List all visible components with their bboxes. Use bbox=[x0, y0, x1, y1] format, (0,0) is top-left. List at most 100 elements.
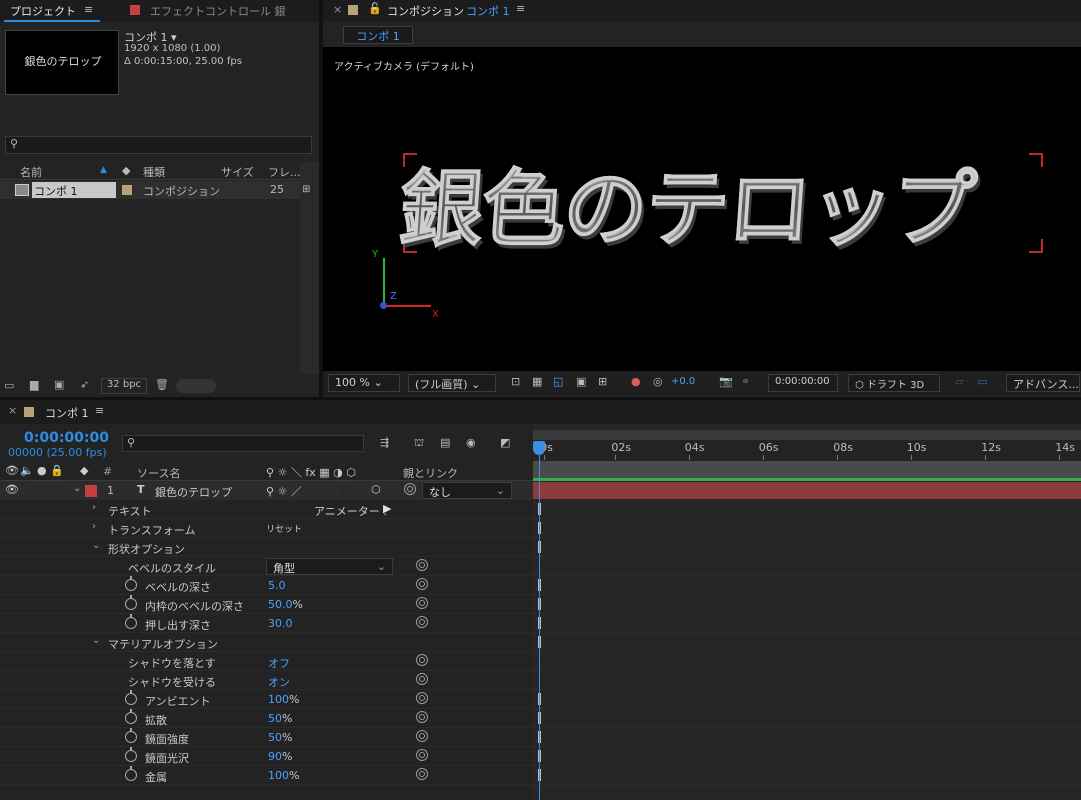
prop-bevel-style[interactable]: ベベルのスタイル 角型 ⌄ bbox=[0, 557, 533, 576]
extended-viewer-icon[interactable]: ▭ bbox=[977, 375, 987, 388]
3d-layer-icon[interactable]: ⬡ bbox=[371, 483, 381, 496]
work-area-bar[interactable] bbox=[533, 461, 1081, 478]
bevel-depth-value[interactable]: 5.0 bbox=[268, 579, 286, 592]
exposure-value[interactable]: +0.0 bbox=[671, 376, 695, 387]
pickwhip-icon[interactable] bbox=[416, 768, 428, 780]
pickwhip-icon[interactable] bbox=[416, 616, 428, 628]
sort-asc-icon[interactable]: ▲ bbox=[100, 165, 107, 175]
chevron-down-icon[interactable]: ⌄ bbox=[73, 483, 81, 494]
stopwatch-icon[interactable] bbox=[125, 747, 137, 762]
project-item-row[interactable]: コンポ 1 コンポジション 25 bbox=[0, 181, 319, 199]
comp-subtab[interactable]: コンポ 1 bbox=[343, 26, 413, 44]
prop-accept-shadows[interactable]: シャドウを受ける オン bbox=[0, 671, 533, 690]
trash-icon[interactable]: 🗑 bbox=[155, 378, 169, 391]
prop-cast-shadows[interactable]: シャドウを落とす オフ bbox=[0, 652, 533, 671]
magnification-dropdown[interactable]: 100 % ⌄ bbox=[328, 374, 400, 392]
prop-diffuse[interactable]: 拡散 50% bbox=[0, 709, 533, 728]
spec-intensity-value[interactable]: 50% bbox=[268, 731, 292, 744]
col-type[interactable]: 種類 bbox=[143, 164, 165, 180]
layer-name[interactable]: 銀色のテロップ bbox=[155, 484, 232, 500]
interpret-footage-icon[interactable]: ▭ bbox=[4, 379, 14, 392]
show-snapshot-icon[interactable]: ⚭ bbox=[741, 375, 750, 388]
pickwhip-icon[interactable] bbox=[416, 673, 428, 685]
project-item-name[interactable]: コンポ 1 bbox=[32, 182, 116, 198]
tab-effect-controls[interactable]: エフェクトコントロール 銀 bbox=[150, 3, 286, 19]
label-tag-icon[interactable]: ◆ bbox=[122, 164, 130, 177]
frame-blend-icon[interactable]: ▤ bbox=[440, 436, 450, 449]
current-time-indicator[interactable] bbox=[539, 441, 540, 800]
col-size[interactable]: サイズ bbox=[221, 164, 254, 180]
col-frame[interactable]: フレ... bbox=[268, 164, 301, 180]
pickwhip-icon[interactable] bbox=[416, 711, 428, 723]
comp-panel-title-name[interactable]: コンポ 1 bbox=[466, 3, 510, 19]
label-color-swatch[interactable] bbox=[122, 185, 132, 195]
bit-depth-button[interactable]: 32 bpc bbox=[101, 378, 147, 394]
stopwatch-icon[interactable] bbox=[125, 690, 137, 705]
panel-menu-icon[interactable]: ≡ bbox=[84, 3, 93, 16]
chevron-down-icon[interactable]: ⌄ bbox=[92, 635, 100, 646]
color-management-icon[interactable]: ◎ bbox=[653, 375, 663, 388]
prop-bevel-depth[interactable]: ベベルの深さ 5.0 bbox=[0, 576, 533, 595]
switches-col-icons[interactable]: ⚲ ☼ ＼ fx ▦ ◑ ⬡ bbox=[266, 464, 356, 480]
parent-link-col[interactable]: 親とリンク bbox=[403, 465, 458, 481]
new-folder-icon[interactable]: ▆ bbox=[30, 378, 38, 391]
label-tag-icon[interactable]: ◆ bbox=[80, 464, 88, 477]
layer-duration-bar[interactable] bbox=[533, 482, 1081, 499]
chevron-right-icon[interactable]: › bbox=[92, 521, 96, 532]
audio-icon[interactable]: 🔈 bbox=[20, 464, 34, 477]
render-queue-icon[interactable]: ➶ bbox=[80, 378, 89, 391]
timeline-search-input[interactable]: ⚲ bbox=[122, 435, 364, 452]
draft-3d-button[interactable]: ⬡ ドラフト 3D bbox=[848, 374, 940, 392]
layer-lock-box[interactable] bbox=[51, 484, 63, 496]
pickwhip-icon[interactable] bbox=[416, 692, 428, 704]
mask-visibility-icon[interactable]: ◱ bbox=[553, 375, 563, 388]
stopwatch-icon[interactable] bbox=[125, 614, 137, 629]
layer-switch-box[interactable] bbox=[340, 484, 352, 496]
pickwhip-icon[interactable] bbox=[416, 559, 428, 571]
layer-row[interactable]: 👁 ⌄ 1 T 銀色のテロップ ⚲ ☼ ／ ⬡ なし ⌄ bbox=[0, 481, 533, 500]
viewer-timecode[interactable]: 0:00:00:00 bbox=[768, 374, 838, 392]
region-of-interest-icon[interactable]: ▣ bbox=[576, 375, 586, 388]
new-comp-icon[interactable]: ▣ bbox=[54, 378, 64, 391]
col-name[interactable]: 名前 bbox=[20, 164, 42, 180]
prop-specular-shininess[interactable]: 鏡面光沢 90% bbox=[0, 747, 533, 766]
grid-guides-icon[interactable]: ⊞ bbox=[598, 375, 607, 388]
transparency-grid-icon[interactable]: ▦ bbox=[532, 375, 542, 388]
time-ruler[interactable]: 0s 02s 04s 06s 08s 10s 12s 14s bbox=[533, 430, 1081, 460]
snapshot-icon[interactable]: 📷 bbox=[719, 375, 733, 388]
metal-value[interactable]: 100% bbox=[268, 769, 299, 782]
animator-play-icon[interactable]: ▶ bbox=[383, 502, 391, 515]
inner-bevel-value[interactable]: 50.0% bbox=[268, 598, 303, 611]
prop-inner-bevel-depth[interactable]: 内枠のベベルの深さ 50.0% bbox=[0, 595, 533, 614]
prop-transform[interactable]: › トランスフォーム リセット bbox=[0, 519, 533, 538]
layer-visibility-icon[interactable]: 👁 bbox=[5, 483, 19, 496]
pickwhip-icon[interactable] bbox=[416, 578, 428, 590]
bevel-style-dropdown[interactable]: 角型 ⌄ bbox=[266, 558, 393, 575]
flowchart-icon[interactable]: ⊞ bbox=[302, 184, 310, 195]
timeline-timecode[interactable]: 0:00:00:00 bbox=[24, 430, 109, 446]
pickwhip-icon[interactable] bbox=[416, 654, 428, 666]
ambient-value[interactable]: 100% bbox=[268, 693, 299, 706]
lock-column-icon[interactable]: 🔒 bbox=[50, 464, 64, 477]
channel-icon[interactable]: ● bbox=[631, 375, 641, 388]
pickwhip-icon[interactable] bbox=[404, 483, 416, 495]
3d-ground-plane-icon[interactable]: ▱ bbox=[955, 375, 963, 388]
stopwatch-icon[interactable] bbox=[125, 728, 137, 743]
comp-flowchart-icon[interactable]: ⇶ bbox=[380, 436, 389, 449]
cast-shadow-value[interactable]: オフ bbox=[268, 655, 290, 671]
timeline-tab[interactable]: コンポ 1 bbox=[45, 405, 89, 421]
prop-material-options[interactable]: ⌄ マテリアルオプション bbox=[0, 633, 533, 652]
thumbnail-slider[interactable] bbox=[176, 379, 216, 393]
parent-dropdown[interactable]: なし ⌄ bbox=[422, 482, 512, 499]
accept-shadow-value[interactable]: オン bbox=[268, 674, 290, 690]
current-time-handle[interactable] bbox=[533, 441, 545, 455]
reset-link[interactable]: リセット bbox=[266, 522, 302, 535]
layer-switches[interactable]: ⚲ ☼ ／ bbox=[266, 483, 302, 499]
pickwhip-icon[interactable] bbox=[416, 730, 428, 742]
panel-menu-icon[interactable]: ≡ bbox=[516, 2, 525, 15]
graph-editor-icon[interactable]: ◩ bbox=[500, 436, 510, 449]
stopwatch-icon[interactable] bbox=[125, 766, 137, 781]
stopwatch-icon[interactable] bbox=[125, 709, 137, 724]
prop-metal[interactable]: 金属 100% bbox=[0, 766, 533, 785]
panel-menu-icon[interactable]: ≡ bbox=[95, 404, 104, 417]
